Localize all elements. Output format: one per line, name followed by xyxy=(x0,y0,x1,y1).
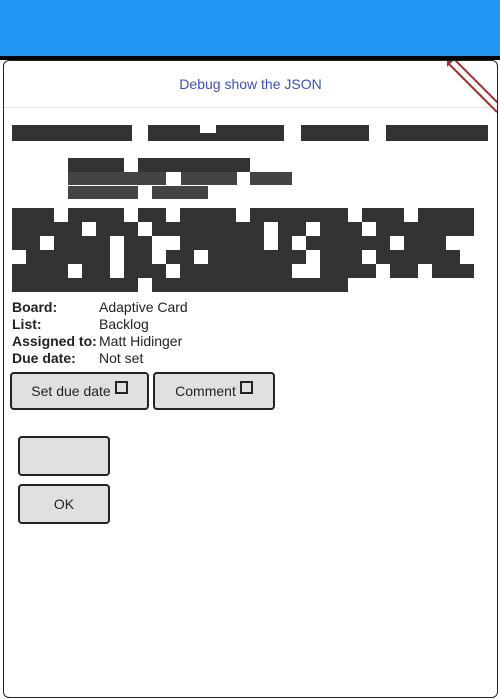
fact-row-due-date: Due date: Not set xyxy=(12,350,188,367)
redacted-description-block xyxy=(320,222,362,236)
fact-value: Adaptive Card xyxy=(99,299,188,315)
checkbox-icon xyxy=(114,380,128,394)
debug-header: Debug show the JSON xyxy=(4,61,497,113)
set-due-date-label: Set due date xyxy=(31,383,111,399)
adaptive-card: Debug show the JSON Board: Adaptive Card… xyxy=(3,60,498,698)
fact-title: Due date: xyxy=(12,350,76,366)
redacted-description-block xyxy=(180,264,292,278)
debug-show-json-link[interactable]: Debug show the JSON xyxy=(4,76,497,92)
redacted-title-block xyxy=(301,125,369,141)
redacted-description-block xyxy=(82,264,110,278)
redacted-description-block xyxy=(362,208,404,222)
redacted-creator-block xyxy=(250,172,292,185)
redacted-title-block xyxy=(148,125,200,141)
redacted-title-block xyxy=(216,125,284,141)
comment-label: Comment xyxy=(175,383,236,399)
redacted-description-block xyxy=(68,208,124,222)
checkbox-icon xyxy=(239,380,253,394)
redacted-description-block xyxy=(166,250,194,264)
redacted-creator-block xyxy=(68,158,124,172)
ok-button-label: OK xyxy=(53,496,75,512)
redacted-creator-block xyxy=(68,172,166,185)
fact-row-list: List: Backlog xyxy=(12,316,188,333)
blank-button[interactable] xyxy=(18,436,110,476)
fact-title: Assigned to: xyxy=(12,333,97,349)
redacted-description-block xyxy=(306,236,390,250)
redacted-title-block xyxy=(12,125,132,141)
redacted-description-block xyxy=(390,264,418,278)
redacted-description-block xyxy=(278,236,292,250)
redacted-creator-block xyxy=(138,158,250,172)
redacted-creator-block xyxy=(152,186,208,199)
redacted-description-block xyxy=(432,264,474,278)
ok-button[interactable]: OK xyxy=(18,484,110,524)
fact-title: Board: xyxy=(12,299,58,315)
redacted-creator-block xyxy=(68,186,138,199)
fact-value: Not set xyxy=(99,350,144,366)
set-due-date-button[interactable]: Set due date xyxy=(10,372,149,410)
redacted-description-block xyxy=(404,236,446,250)
redacted-description-block xyxy=(96,222,138,236)
redacted-description-block xyxy=(320,250,362,264)
fact-value: Backlog xyxy=(99,316,149,332)
fact-row-board: Board: Adaptive Card xyxy=(12,299,188,316)
redacted-description-block xyxy=(376,250,460,264)
redacted-description-block xyxy=(278,222,306,236)
redacted-description-block xyxy=(124,250,152,264)
redacted-description-block xyxy=(180,208,236,222)
redacted-description-block xyxy=(376,222,474,236)
redacted-description-block xyxy=(124,236,152,250)
redacted-description-block xyxy=(152,278,348,292)
redacted-description-block xyxy=(12,222,82,236)
debug-ribbon-icon xyxy=(447,61,497,113)
redacted-description-block xyxy=(320,264,376,278)
app-bar xyxy=(0,0,500,56)
fact-value: Matt Hidinger xyxy=(99,333,183,349)
redacted-creator-block xyxy=(181,172,237,185)
redacted-description-block xyxy=(138,208,166,222)
comment-button[interactable]: Comment xyxy=(153,372,275,410)
redacted-description-block xyxy=(12,264,68,278)
redacted-description-block xyxy=(26,250,110,264)
fact-title: List: xyxy=(12,316,42,332)
redacted-description-block xyxy=(152,222,264,236)
redacted-description-block xyxy=(12,236,40,250)
redacted-description-block xyxy=(180,236,264,250)
redacted-description-block xyxy=(208,250,306,264)
redacted-description-block xyxy=(418,208,474,222)
redacted-description-block xyxy=(250,208,348,222)
redacted-description-block xyxy=(54,236,110,250)
redacted-description-block xyxy=(12,208,54,222)
fact-set: Board: Adaptive Card List: Backlog Assig… xyxy=(12,299,188,367)
redacted-description-block xyxy=(124,264,166,278)
redacted-title-block xyxy=(386,125,488,141)
redacted-title-block xyxy=(200,133,216,141)
fact-row-assigned-to: Assigned to: Matt Hidinger xyxy=(12,333,188,350)
redacted-description-block xyxy=(12,278,138,292)
